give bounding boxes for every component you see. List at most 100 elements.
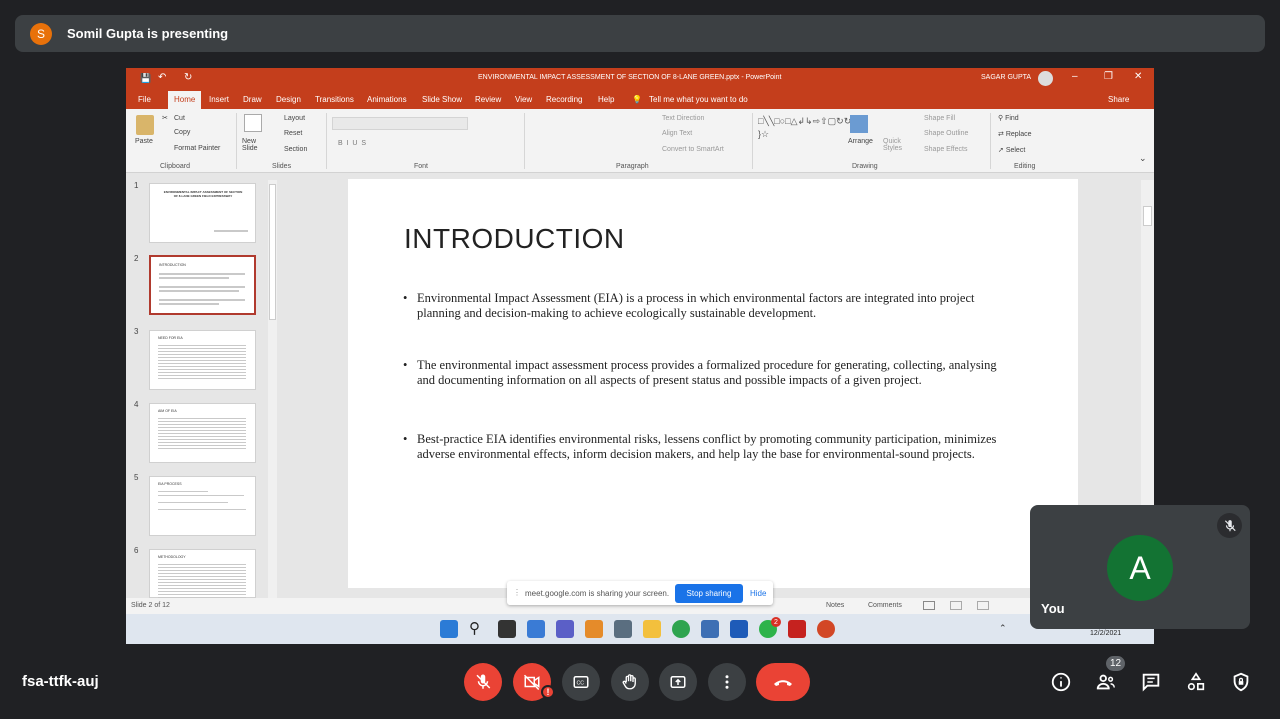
self-video-tile[interactable]: A You — [1030, 505, 1250, 629]
search-icon[interactable]: ⚲ — [469, 619, 487, 637]
acrobat-icon[interactable] — [788, 620, 806, 638]
snipping-icon[interactable] — [585, 620, 603, 638]
cut-icon[interactable]: ✂ — [162, 114, 168, 122]
slide-canvas[interactable]: INTRODUCTION • Environmental Impact Asses… — [348, 179, 1078, 588]
comments-button[interactable]: Comments — [868, 602, 902, 609]
tab-home[interactable]: Home — [168, 91, 202, 109]
scroll-thumb[interactable] — [1143, 206, 1152, 226]
raise-hand-button[interactable] — [611, 663, 649, 701]
share-button[interactable]: Share — [1108, 95, 1129, 104]
stop-sharing-button[interactable]: Stop sharing — [675, 584, 743, 603]
tab-slide-show[interactable]: Slide Show — [422, 95, 462, 104]
meeting-details-button[interactable] — [1047, 668, 1075, 696]
thumbnails-scrollbar[interactable] — [268, 180, 277, 598]
notepad-icon[interactable] — [701, 620, 719, 638]
select-button[interactable]: ➚ Select — [998, 146, 1025, 154]
quick-styles-button[interactable]: Quick Styles — [883, 138, 905, 152]
paste-button[interactable]: Paste — [135, 138, 153, 145]
notes-button[interactable]: Notes — [826, 602, 844, 609]
word-icon[interactable] — [730, 620, 748, 638]
slide-thumbnail-2[interactable]: INTRODUCTION — [149, 255, 256, 315]
convert-smartart-button[interactable]: Convert to SmartArt — [662, 146, 724, 153]
bullet-item[interactable]: • Environmental Impact Assessment (EIA) i… — [403, 291, 1003, 320]
layout-button[interactable]: Layout — [284, 115, 305, 122]
text-direction-button[interactable]: Text Direction — [662, 115, 704, 122]
slide-thumbnail-1[interactable]: ENVIRONMENTAL IMPACT ASSESSMENT OF SECTI… — [149, 183, 256, 243]
camera-toggle-button[interactable]: ! — [513, 663, 555, 701]
arrange-button[interactable]: Arrange — [848, 138, 873, 145]
tab-design[interactable]: Design — [276, 95, 301, 104]
sorter-view-icon[interactable] — [950, 601, 962, 610]
slide-thumbnail-4[interactable]: AIM OF EIA — [149, 403, 256, 463]
task-view-icon[interactable] — [498, 620, 516, 638]
shapes-gallery[interactable]: □╲╲□○□△↲↳⇨⇧▢↻↻{ }☆ — [758, 115, 854, 155]
more-options-button[interactable] — [708, 663, 746, 701]
slide-thumbnail-3[interactable]: NEED FOR EIA — [149, 330, 256, 390]
user-avatar[interactable] — [1038, 71, 1053, 86]
present-button[interactable] — [659, 663, 697, 701]
tab-recording[interactable]: Recording — [546, 95, 582, 104]
find-button[interactable]: ⚲ Find — [998, 114, 1019, 122]
tab-insert[interactable]: Insert — [209, 95, 229, 104]
shape-outline-button[interactable]: Shape Outline — [924, 130, 968, 137]
cut-button[interactable]: Cut — [174, 115, 185, 122]
new-slide-icon[interactable] — [244, 114, 262, 132]
people-button[interactable] — [1092, 668, 1120, 696]
powerpoint-icon[interactable] — [817, 620, 835, 638]
collapse-ribbon-icon[interactable]: ⌄ — [1139, 153, 1147, 164]
start-icon[interactable] — [440, 620, 458, 638]
drag-handle-icon[interactable]: ⋮ — [513, 588, 521, 597]
alert-icon: ! — [541, 685, 555, 699]
format-painter-button[interactable]: Format Painter — [174, 145, 220, 152]
redo-icon[interactable]: ↻ — [184, 72, 192, 83]
chat-icon[interactable] — [556, 620, 574, 638]
maximize-icon[interactable]: ❐ — [1104, 71, 1113, 82]
tray-chevron-icon[interactable]: ⌃ — [999, 623, 1007, 634]
host-controls-button[interactable] — [1227, 668, 1255, 696]
tab-help[interactable]: Help — [598, 95, 614, 104]
tab-animations[interactable]: Animations — [367, 95, 407, 104]
new-slide-button[interactable]: New Slide — [242, 138, 264, 152]
replace-button[interactable]: ⇄ Replace — [998, 130, 1032, 138]
hide-button[interactable]: Hide — [750, 589, 766, 598]
slide-thumbnail-5[interactable]: EIA PROCESS — [149, 476, 256, 536]
activities-button[interactable] — [1182, 668, 1210, 696]
calculator-icon[interactable] — [614, 620, 632, 638]
leave-call-button[interactable] — [756, 663, 810, 701]
mic-toggle-button[interactable] — [464, 663, 502, 701]
captions-button[interactable]: CC — [562, 663, 600, 701]
bullet-item[interactable]: • Best-practice EIA identifies environmen… — [403, 432, 1003, 461]
tell-me-input[interactable]: Tell me what you want to do — [649, 95, 748, 104]
arrange-icon[interactable] — [850, 115, 868, 133]
chrome-icon[interactable] — [672, 620, 690, 638]
tab-transitions[interactable]: Transitions — [315, 95, 354, 104]
shape-effects-button[interactable]: Shape Effects — [924, 146, 967, 153]
file-explorer-icon[interactable] — [643, 620, 661, 638]
tab-file[interactable]: File — [138, 95, 151, 104]
close-icon[interactable]: ✕ — [1134, 71, 1142, 82]
tab-draw[interactable]: Draw — [243, 95, 262, 104]
scroll-thumb[interactable] — [269, 184, 276, 320]
reading-view-icon[interactable] — [977, 601, 989, 610]
section-button[interactable]: Section — [284, 146, 307, 153]
font-name-select[interactable] — [332, 117, 468, 130]
normal-view-icon[interactable] — [923, 601, 935, 610]
slide-thumbnail-6[interactable]: METHODOLOGY — [149, 549, 256, 598]
shape-fill-button[interactable]: Shape Fill — [924, 115, 955, 122]
minimize-icon[interactable]: – — [1072, 71, 1078, 82]
slide-title[interactable]: INTRODUCTION — [404, 223, 625, 255]
tab-review[interactable]: Review — [475, 95, 501, 104]
save-icon[interactable]: 💾 — [140, 73, 151, 84]
tab-view[interactable]: View — [515, 95, 532, 104]
bullet-item[interactable]: • The environmental impact assessment pro… — [403, 358, 1003, 387]
chat-button[interactable] — [1137, 668, 1165, 696]
copy-button[interactable]: Copy — [174, 129, 190, 136]
user-name: SAGAR GUPTA — [981, 74, 1032, 81]
undo-icon[interactable]: ↶ — [158, 72, 166, 83]
font-style-icons[interactable]: B I U S — [338, 140, 366, 147]
align-text-button[interactable]: Align Text — [662, 130, 692, 137]
reset-button[interactable]: Reset — [284, 130, 302, 137]
widgets-icon[interactable] — [527, 620, 545, 638]
paste-icon[interactable] — [136, 115, 154, 135]
windows-taskbar: ⚲ 2 ⌃ 12/2/2021 — [126, 614, 1154, 644]
